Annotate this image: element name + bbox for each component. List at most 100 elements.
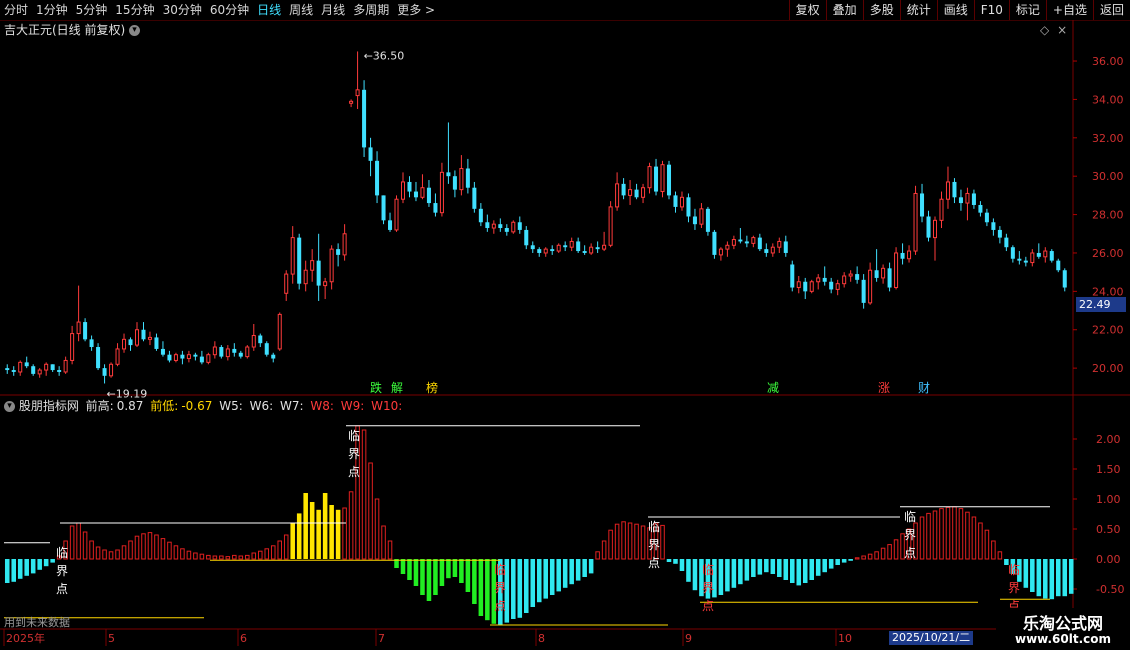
indicator-bar	[407, 559, 412, 580]
indicator-bar	[212, 555, 218, 560]
current-price-tag: 22.49	[1076, 297, 1126, 312]
candle-body-down	[413, 191, 418, 198]
critical-point-label: 界	[904, 528, 916, 542]
candle-body-up	[589, 246, 594, 254]
indicator-bar	[251, 552, 257, 560]
indicator-bar	[4, 559, 10, 583]
indicator-bar	[718, 559, 724, 595]
high-price-label: ←36.50	[364, 49, 405, 62]
event-label: 解	[391, 381, 403, 395]
candle-body-up	[796, 281, 801, 289]
y-tick-label: 34.00	[1092, 93, 1124, 106]
w7-label: W7:	[279, 399, 304, 413]
candle-body-up	[225, 348, 230, 358]
x-tick-label: 10	[838, 632, 852, 645]
candle-body-up	[848, 273, 853, 277]
critical-point-label: 界	[702, 581, 714, 595]
chart-canvas[interactable]: 36.0034.0032.0030.0028.0026.0024.0022.00…	[0, 0, 1130, 650]
indicator-bar	[841, 559, 847, 563]
critical-point-label: 临	[904, 510, 916, 524]
indicator-bar	[536, 559, 542, 603]
indicator-bar	[978, 522, 983, 560]
candle-body-up	[718, 248, 723, 256]
title-dropdown-icon[interactable]: ▾	[129, 25, 141, 36]
candle-body-down	[524, 229, 529, 246]
candle-body-down	[478, 208, 483, 223]
close-icon[interactable]: ×	[1057, 23, 1067, 37]
indicator-bar	[991, 540, 996, 560]
indicator-bar	[601, 540, 607, 560]
indicator-bar	[692, 559, 698, 591]
candle-body-down	[829, 281, 834, 290]
watermark-title: 乐淘公式网	[1022, 614, 1103, 633]
candle-body-down	[167, 354, 172, 361]
candle-body-up	[290, 237, 295, 275]
indicator-bar	[316, 509, 321, 559]
indicator-bar	[43, 559, 49, 567]
chart-settings-icons[interactable]: ◇ ×	[1040, 22, 1067, 38]
indicator-bar	[245, 554, 250, 560]
indicator-bar	[725, 559, 730, 592]
candle-body-up	[835, 283, 840, 290]
candle-body-down	[537, 249, 542, 253]
candle-body-up	[173, 354, 178, 361]
candle-body-down	[83, 322, 88, 340]
candle-body-up	[491, 223, 496, 229]
candle-body-down	[563, 245, 568, 248]
candle-body-down	[128, 339, 133, 346]
candle-body-up	[556, 244, 561, 252]
indicator-bar	[511, 559, 516, 619]
candle-body-up	[186, 354, 191, 360]
candle-body-up	[816, 277, 821, 283]
candle-body-up	[245, 346, 250, 358]
indicator-bar	[76, 522, 81, 560]
critical-point-label: 临	[494, 563, 506, 577]
indicator-bar	[199, 553, 205, 560]
candle-body-up	[18, 361, 23, 373]
indicator-bar	[802, 559, 808, 583]
candle-body-down	[1036, 252, 1041, 257]
indicator-bar	[24, 559, 29, 576]
x-tick-label: 8	[538, 632, 545, 645]
candle-body-down	[790, 264, 795, 288]
candle-body-up	[394, 198, 399, 231]
critical-point-label: 界	[494, 581, 506, 595]
indicator-bar	[167, 541, 172, 560]
indicator-dropdown-icon[interactable]: ▾	[4, 401, 15, 412]
candle-body-down	[855, 274, 860, 280]
candle-body-up	[945, 181, 950, 200]
candle-body-up	[699, 208, 704, 225]
indicator-y-tick-label: 1.50	[1096, 463, 1121, 476]
candle-body-down	[24, 362, 29, 367]
indicator-bar	[322, 493, 328, 559]
stock-title: 吉大正元(日线 前复权)	[4, 23, 126, 37]
candle-body-down	[264, 343, 269, 355]
indicator-bar	[770, 559, 776, 574]
indicator-bar	[426, 559, 432, 601]
candle-body-up	[647, 166, 652, 189]
candle-body-up	[1030, 252, 1035, 264]
indicator-bar	[608, 529, 613, 560]
watermark-url: www.60lt.com	[1014, 632, 1112, 646]
candle-body-down	[1062, 270, 1067, 288]
candle-body-up	[939, 198, 944, 221]
indicator-bar	[874, 551, 879, 560]
candle-body-down	[368, 147, 373, 161]
candle-body-up	[660, 164, 665, 193]
indicator-bar	[1068, 559, 1074, 594]
indicator-bar	[303, 493, 308, 559]
indicator-y-tick-label: -0.50	[1096, 583, 1124, 596]
candle-body-down	[485, 222, 490, 229]
indicator-bar	[822, 559, 827, 573]
indicator-bar	[439, 559, 445, 586]
indicator-bar	[160, 538, 166, 560]
candle-body-down	[1023, 260, 1028, 263]
indicator-bar	[147, 532, 153, 560]
indicator-bar	[887, 544, 892, 560]
candle-body-up	[907, 250, 912, 260]
indicator-bar	[666, 559, 672, 562]
candle-body-down	[316, 260, 321, 286]
candle-body-down	[673, 195, 678, 207]
diamond-icon[interactable]: ◇	[1040, 23, 1049, 37]
indicator-bar	[82, 531, 88, 560]
